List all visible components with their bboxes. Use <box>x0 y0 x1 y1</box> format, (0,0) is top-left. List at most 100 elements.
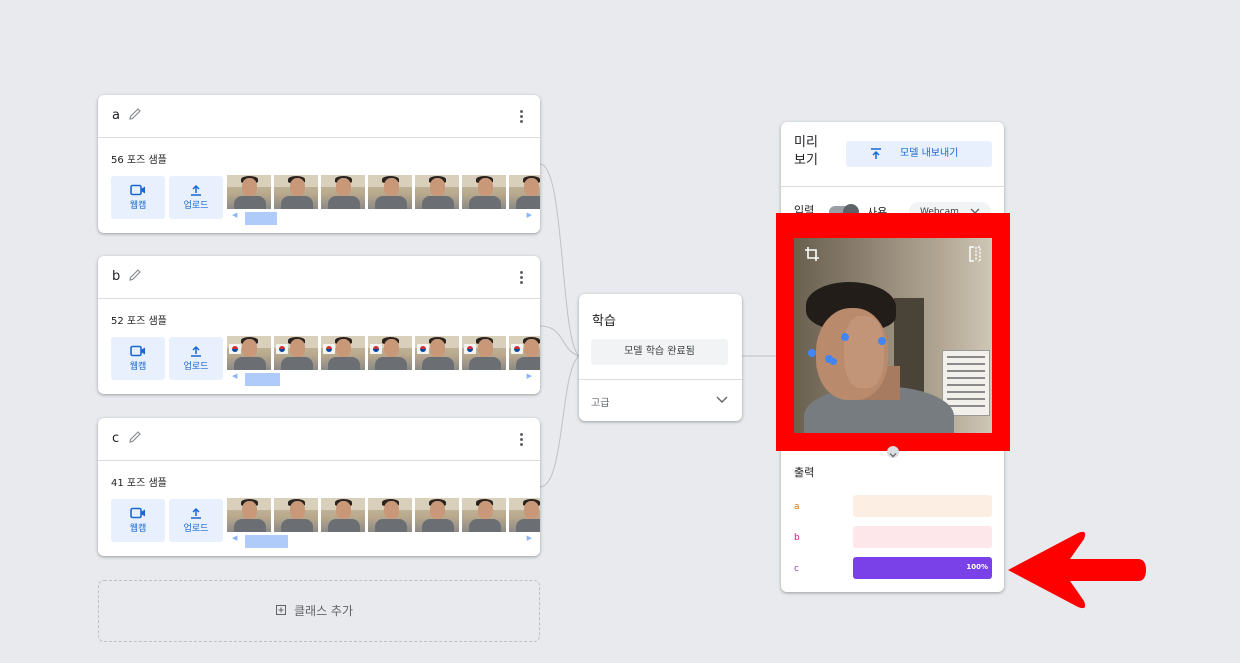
advanced-toggle-label[interactable]: 고급 <box>591 394 609 409</box>
sample-thumbnail[interactable] <box>321 175 365 209</box>
more-vert-icon[interactable] <box>520 271 524 285</box>
webcam-button[interactable]: 웹캠 <box>111 499 165 542</box>
divider <box>579 379 742 380</box>
sample-strip <box>227 498 540 532</box>
confidence-bar <box>853 526 992 548</box>
upload-button[interactable]: 업로드 <box>169 337 223 380</box>
scroll-right-icon[interactable]: ▶ <box>527 372 532 380</box>
pose-keypoint <box>830 358 837 365</box>
sample-thumbnail[interactable] <box>462 336 506 370</box>
sample-thumbnail[interactable] <box>321 336 365 370</box>
sample-thumbnail[interactable] <box>509 336 540 370</box>
upload-button[interactable]: 업로드 <box>169 176 223 219</box>
videocam-icon <box>130 507 145 519</box>
training-title: 학습 <box>592 314 616 329</box>
pose-keypoint <box>878 337 886 345</box>
sample-strip <box>227 175 540 209</box>
class-card-b: b 52 포즈 샘플 웹캠 업로드 ◀ ▶ <box>98 256 540 394</box>
divider <box>781 186 1004 187</box>
sample-thumbnail[interactable] <box>462 498 506 532</box>
pencil-icon[interactable] <box>128 268 142 282</box>
upload-label: 업로드 <box>183 362 209 372</box>
pencil-icon[interactable] <box>128 107 142 121</box>
webcam-preview <box>794 238 992 433</box>
videocam-icon <box>130 345 145 357</box>
crop-icon[interactable] <box>804 246 820 262</box>
sample-thumbnail[interactable] <box>509 498 540 532</box>
output-class-name: c <box>794 564 799 574</box>
sample-thumbnail[interactable] <box>227 175 271 209</box>
upload-button[interactable]: 업로드 <box>169 499 223 542</box>
training-card: 학습 모델 학습 완료됨 고급 <box>579 294 742 421</box>
output-label: 출력 <box>794 466 815 479</box>
class-name[interactable]: c <box>112 431 119 446</box>
sample-scrollbar[interactable]: ◀ ▶ <box>232 372 536 386</box>
class-card-header: c <box>98 418 540 461</box>
class-card-a: a 56 포즈 샘플 웹캠 업로드 ◀ ▶ <box>98 95 540 233</box>
add-class-button[interactable]: 클래스 추가 <box>98 580 540 642</box>
export-model-button[interactable]: 모델 내보내기 <box>846 141 992 167</box>
sample-thumbnail[interactable] <box>415 175 459 209</box>
output-class-name: a <box>794 502 800 512</box>
class-card-c: c 41 포즈 샘플 웹캠 업로드 ◀ ▶ <box>98 418 540 556</box>
scrollbar-thumb[interactable] <box>245 535 288 548</box>
sample-count: 41 포즈 샘플 <box>111 478 167 489</box>
webcam-label: 웹캠 <box>129 524 147 534</box>
more-vert-icon[interactable] <box>520 433 524 447</box>
scroll-left-icon[interactable]: ◀ <box>232 534 237 542</box>
preview-title: 미리 보기 <box>794 135 818 168</box>
videocam-icon <box>130 184 145 196</box>
pencil-icon[interactable] <box>128 430 142 444</box>
more-vert-icon[interactable] <box>520 110 524 124</box>
scroll-right-icon[interactable]: ▶ <box>527 534 532 542</box>
webcam-button[interactable]: 웹캠 <box>111 337 165 380</box>
sample-thumbnail[interactable] <box>509 175 540 209</box>
sample-thumbnail[interactable] <box>274 498 318 532</box>
scroll-left-icon[interactable]: ◀ <box>232 211 237 219</box>
expand-chevron-icon[interactable] <box>887 446 899 458</box>
confidence-bar <box>853 495 992 517</box>
webcam-label: 웹캠 <box>129 362 147 372</box>
pose-keypoint <box>841 333 849 341</box>
upload-icon <box>191 345 201 357</box>
sample-thumbnail[interactable] <box>368 336 412 370</box>
class-card-header: a <box>98 95 540 138</box>
train-model-button[interactable]: 모델 학습 완료됨 <box>591 339 728 365</box>
class-name[interactable]: a <box>112 108 120 123</box>
webcam-label: 웹캠 <box>129 201 147 211</box>
output-class-name: b <box>794 533 800 543</box>
sample-thumbnail[interactable] <box>415 336 459 370</box>
sample-thumbnail[interactable] <box>368 498 412 532</box>
confidence-bar: 100% <box>853 557 992 579</box>
webcam-highlight-box <box>776 213 1010 451</box>
sample-scrollbar[interactable]: ◀ ▶ <box>232 211 536 225</box>
sample-count: 52 포즈 샘플 <box>111 316 167 327</box>
class-name[interactable]: b <box>112 269 120 284</box>
add-box-icon <box>276 605 286 615</box>
scroll-right-icon[interactable]: ▶ <box>527 211 532 219</box>
sample-thumbnail[interactable] <box>227 336 271 370</box>
sample-thumbnail[interactable] <box>368 175 412 209</box>
sample-thumbnail[interactable] <box>462 175 506 209</box>
scrollbar-thumb[interactable] <box>245 373 280 386</box>
scrollbar-thumb[interactable] <box>245 212 277 225</box>
upload-icon <box>191 507 201 519</box>
sample-count: 56 포즈 샘플 <box>111 155 167 166</box>
sample-thumbnail[interactable] <box>321 498 365 532</box>
upload-label: 업로드 <box>183 524 209 534</box>
sample-thumbnail[interactable] <box>274 175 318 209</box>
scroll-left-icon[interactable]: ◀ <box>232 372 237 380</box>
webcam-button[interactable]: 웹캠 <box>111 176 165 219</box>
export-label: 모델 내보내기 <box>900 148 959 159</box>
upload-icon <box>191 184 201 196</box>
upload-label: 업로드 <box>183 201 209 211</box>
flip-icon[interactable] <box>968 246 982 262</box>
sample-thumbnail[interactable] <box>227 498 271 532</box>
class-card-header: b <box>98 256 540 299</box>
add-class-label: 클래스 추가 <box>294 604 354 618</box>
red-arrow-annotation <box>1008 531 1146 609</box>
sample-thumbnail[interactable] <box>415 498 459 532</box>
chevron-down-icon[interactable] <box>716 396 728 404</box>
sample-thumbnail[interactable] <box>274 336 318 370</box>
sample-scrollbar[interactable]: ◀ ▶ <box>232 534 536 548</box>
